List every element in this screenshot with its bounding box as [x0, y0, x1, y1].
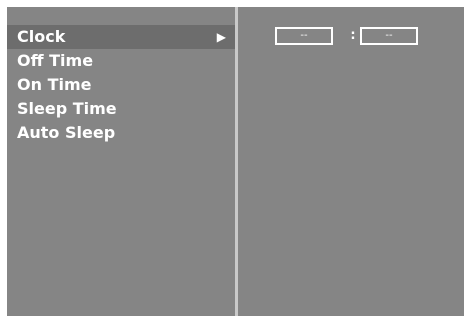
menu-item-sleep-time[interactable]: Sleep Time — [7, 97, 235, 121]
menu-item-off-time[interactable]: Off Time — [7, 49, 235, 73]
clock-minutes-field[interactable]: -- — [360, 27, 418, 45]
osd-menu: Clock ▶ Off Time On Time Sleep Time Auto… — [7, 7, 464, 316]
menu-item-label: Auto Sleep — [17, 123, 116, 142]
clock-hours-field[interactable]: -- — [275, 27, 333, 45]
menu-item-label: On Time — [17, 75, 92, 94]
menu-list: Clock ▶ Off Time On Time Sleep Time Auto… — [7, 7, 235, 316]
clock-separator: : — [350, 28, 356, 43]
menu-item-label: Sleep Time — [17, 99, 117, 118]
menu-item-clock[interactable]: Clock ▶ — [7, 25, 235, 49]
clock-settings-panel: -- : -- — [238, 7, 464, 316]
menu-item-on-time[interactable]: On Time — [7, 73, 235, 97]
menu-item-label: Off Time — [17, 51, 94, 70]
menu-item-auto-sleep[interactable]: Auto Sleep — [7, 121, 235, 145]
right-arrow-icon: ▶ — [216, 30, 226, 44]
menu-item-label: Clock — [17, 27, 66, 46]
